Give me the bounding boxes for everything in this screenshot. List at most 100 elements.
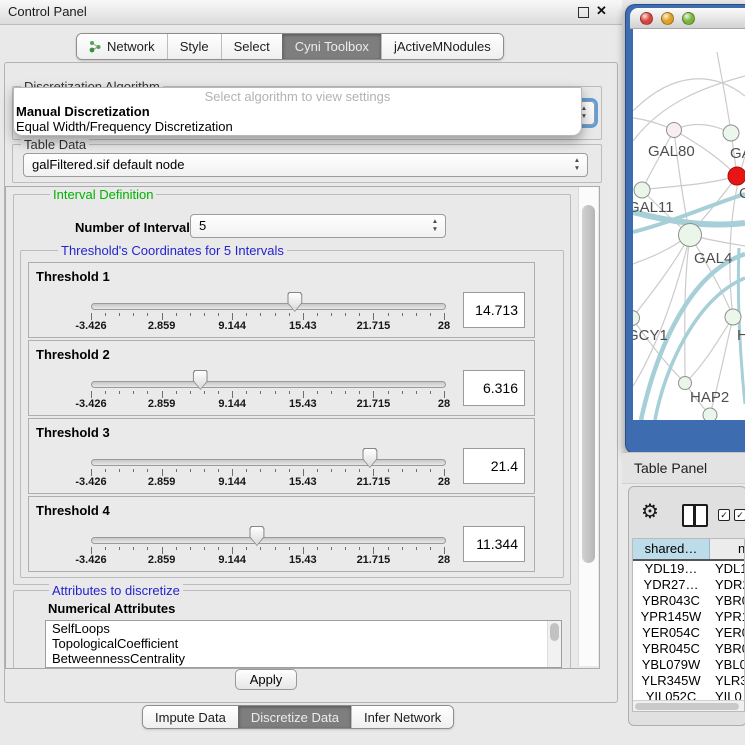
threshold-panel-1: Threshold 1 -3.4262.8599.14415.4321.7152… — [28, 262, 535, 338]
network-edge[interactable] — [633, 235, 690, 318]
numerical-attributes-list[interactable]: SelfLoopsTopologicalCoefficientBetweenne… — [45, 620, 562, 668]
threshold-value-field[interactable]: 6.316 — [463, 370, 525, 406]
table-cell: YPR145W — [633, 609, 709, 625]
network-edge[interactable] — [717, 52, 731, 133]
slider-tick-label: 28 — [438, 320, 450, 332]
table-row[interactable]: YIL052CYIL0 — [633, 689, 744, 700]
network-node[interactable] — [633, 311, 640, 326]
threshold-value-field[interactable]: 21.4 — [463, 448, 525, 484]
vertical-scrollbar[interactable] — [578, 187, 598, 666]
popup-item-equal-width-frequency[interactable]: Equal Width/Frequency Discretization — [14, 119, 581, 134]
slider-tick — [91, 469, 92, 476]
network-icon — [89, 40, 102, 53]
table-row[interactable]: YER054CYER0 — [633, 625, 744, 641]
slider-tick — [162, 391, 163, 398]
network-node[interactable] — [703, 408, 717, 420]
slider-tick-label: 15.43 — [289, 320, 317, 332]
table-row[interactable]: YPR145WYPR1 — [633, 609, 744, 625]
tab-style[interactable]: Style — [167, 34, 221, 59]
tab-network[interactable]: Network — [77, 34, 167, 59]
checkbox-icon[interactable]: ✓ — [734, 509, 745, 521]
num-intervals-combobox[interactable]: 5 ▲▼ — [190, 214, 446, 238]
slider-tick — [388, 469, 389, 472]
list-item[interactable]: BetweennessCentrality — [46, 651, 561, 666]
tab-label: Discretize Data — [251, 707, 339, 728]
threshold-value-field[interactable]: 14.713 — [463, 292, 525, 328]
network-edge[interactable] — [738, 248, 745, 404]
table-cell: YLR3 — [709, 673, 744, 689]
popup-hint: Select algorithm to view settings — [14, 89, 581, 104]
close-icon[interactable]: ✕ — [596, 3, 607, 19]
slider-tick — [105, 391, 106, 394]
table-row[interactable]: YBL079WYBL0 — [633, 657, 744, 673]
network-edge[interactable] — [642, 130, 674, 190]
table-row[interactable]: YLR345WYLR3 — [633, 673, 744, 689]
threshold-label: Threshold 4 — [36, 503, 110, 518]
float-icon[interactable] — [578, 7, 589, 18]
horizontal-scrollbar-thumb[interactable] — [635, 703, 739, 710]
threshold-slider-thumb[interactable] — [249, 526, 264, 546]
table-row[interactable]: YDL19…YDL1 — [633, 561, 744, 577]
list-item[interactable]: SelfLoops — [46, 621, 561, 636]
slider-tick — [260, 469, 261, 472]
tab-select[interactable]: Select — [221, 34, 282, 59]
list-scrollbar-thumb[interactable] — [550, 623, 559, 641]
table-cell: YDR27… — [633, 577, 709, 593]
gear-icon[interactable]: ⚙ — [641, 502, 659, 522]
table-cell: YBL079W — [633, 657, 709, 673]
column-header[interactable]: shared… — [633, 539, 710, 559]
list-scrollbar[interactable] — [547, 621, 561, 667]
apply-button[interactable]: Apply — [235, 669, 297, 690]
popup-item-manual-discretization[interactable]: Manual Discretization — [14, 104, 581, 119]
threshold-slider-thumb[interactable] — [193, 370, 208, 390]
column-header[interactable]: na — [710, 539, 744, 559]
network-edge[interactable] — [674, 125, 731, 133]
tab-jactivemnodules[interactable]: jActiveMNodules — [381, 34, 503, 59]
close-traffic-light-icon[interactable] — [640, 12, 653, 25]
vertical-scrollbar-thumb[interactable] — [582, 205, 595, 563]
tab-discretize-data[interactable]: Discretize Data — [238, 706, 351, 728]
table-cell: YBL0 — [709, 657, 744, 673]
horizontal-scrollbar[interactable] — [633, 700, 744, 712]
minimize-traffic-light-icon[interactable] — [661, 12, 674, 25]
slider-tick — [331, 547, 332, 550]
combo-value: galFiltered.sif default node — [32, 154, 184, 175]
threshold-slider-thumb[interactable] — [362, 448, 377, 468]
slider-tick — [416, 313, 417, 316]
network-view[interactable]: GAL80GAGAL11CGAL4GCY1HHAP2 — [633, 29, 745, 420]
checkbox-icon[interactable]: ✓ — [718, 509, 730, 521]
network-node[interactable] — [728, 167, 745, 185]
threshold-slider-thumb[interactable] — [287, 292, 302, 312]
slider-tick — [345, 469, 346, 472]
table-data-combobox[interactable]: galFiltered.sif default node ▲▼ — [23, 153, 588, 177]
threshold-value-field[interactable]: 11.344 — [463, 526, 525, 562]
network-node[interactable] — [723, 125, 739, 141]
table-cell: YBR0 — [709, 641, 744, 657]
slider-tick — [345, 391, 346, 394]
network-node[interactable] — [679, 224, 702, 247]
network-window-titlebar[interactable] — [630, 8, 745, 29]
table-row[interactable]: YBR043CYBR0 — [633, 593, 744, 609]
network-edge[interactable] — [642, 176, 737, 190]
slider-tick — [218, 391, 219, 394]
network-node[interactable] — [667, 123, 682, 138]
zoom-traffic-light-icon[interactable] — [682, 12, 695, 25]
list-item[interactable]: TopologicalCoefficient — [46, 636, 561, 651]
slider-tick-label: 2.859 — [148, 554, 176, 566]
table-panel-title: Table Panel — [634, 453, 707, 483]
tab-impute-data[interactable]: Impute Data — [143, 706, 238, 728]
network-node[interactable] — [725, 309, 741, 325]
network-node[interactable] — [634, 182, 650, 198]
tab-infer-network[interactable]: Infer Network — [351, 706, 453, 728]
slider-tick — [331, 313, 332, 316]
slider-tick-label: 15.43 — [289, 398, 317, 410]
network-node[interactable] — [679, 377, 692, 390]
network-edge[interactable] — [633, 79, 745, 111]
slider-tick — [388, 313, 389, 316]
tab-cyni-toolbox[interactable]: Cyni Toolbox — [282, 34, 381, 59]
columns-icon[interactable] — [682, 504, 708, 527]
slider-tick — [204, 313, 205, 316]
table-row[interactable]: YDR27…YDR2 — [633, 577, 744, 593]
table-row[interactable]: YBR045CYBR0 — [633, 641, 744, 657]
node-label: GA — [730, 145, 745, 162]
